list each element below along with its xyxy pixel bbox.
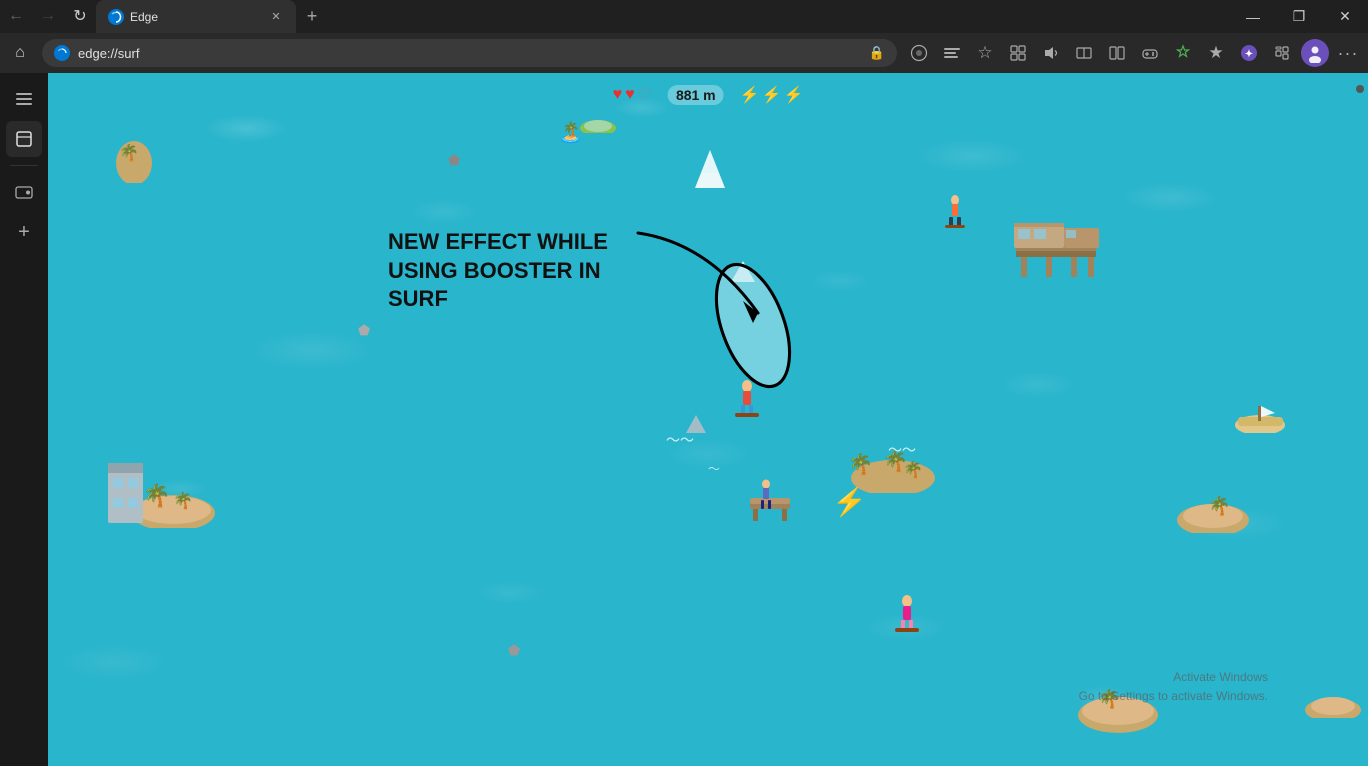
annotation-line1: NEW EFFECT WHILE xyxy=(388,228,608,257)
annotation-line3: SURF xyxy=(388,285,608,314)
extensions-button[interactable] xyxy=(1266,37,1298,69)
tab-close-button[interactable]: ✕ xyxy=(268,9,284,25)
immersive-reader-button[interactable] xyxy=(1068,37,1100,69)
close-button[interactable]: ✕ xyxy=(1322,0,1368,33)
favorites-star-button[interactable]: ★ xyxy=(1200,37,1232,69)
sidebar-tabs-button[interactable] xyxy=(6,121,42,157)
annotation-line2: USING BOOSTER IN xyxy=(388,257,608,286)
tab-favicon xyxy=(108,9,124,25)
game-area[interactable]: ♥ ♥ ♡ 881 m ⚡ ⚡ ⚡ NEW EFFECT WHILE USING… xyxy=(48,73,1368,766)
active-tab[interactable]: Edge ✕ xyxy=(96,0,296,33)
dock-structure xyxy=(1006,213,1106,293)
hud: ♥ ♥ ♡ 881 m ⚡ ⚡ ⚡ xyxy=(613,85,804,105)
svg-text:🌴: 🌴 xyxy=(903,460,923,479)
svg-text:✦: ✦ xyxy=(1245,49,1253,60)
bolt-1: ⚡ xyxy=(740,85,760,105)
rock-1 xyxy=(684,413,709,443)
split-screen-button[interactable] xyxy=(1101,37,1133,69)
toolbar-icons-right: ☆ ★ ✦ xyxy=(903,37,1364,69)
annotation-text: NEW EFFECT WHILE USING BOOSTER IN SURF xyxy=(388,228,608,314)
iceberg-1 xyxy=(693,148,728,198)
rock-scatter-2: ⬟ xyxy=(358,323,370,337)
edge-top-left: 🌴 xyxy=(114,123,154,188)
svg-text:🌴: 🌴 xyxy=(1098,688,1120,709)
hud-distance: 881 m xyxy=(668,85,724,105)
sidebar-divider xyxy=(10,165,38,166)
title-bar: ← → ↻ Edge ✕ + — ❐ ✕ xyxy=(0,0,1368,33)
surfer-top-right xyxy=(943,193,967,234)
sidebar-wallet-button[interactable] xyxy=(6,174,42,210)
boat-right xyxy=(1233,403,1288,438)
favorites-button[interactable]: ☆ xyxy=(969,37,1001,69)
surfer-secondary xyxy=(893,593,921,638)
svg-text:🌴: 🌴 xyxy=(119,143,139,162)
hud-hearts: ♥ ♥ ♡ xyxy=(613,85,652,105)
sidebar-menu-button[interactable] xyxy=(6,81,42,117)
copilot-button[interactable]: ✦ xyxy=(1233,37,1265,69)
heart-2: ♥ xyxy=(625,86,635,104)
island-top-far-right: 🌴 xyxy=(1173,468,1253,538)
address-text: edge://surf xyxy=(78,46,861,61)
tab-area: ← → ↻ Edge ✕ + xyxy=(0,0,1230,33)
character-mid xyxy=(755,478,777,515)
refresh-button[interactable]: ↻ xyxy=(64,0,96,32)
heart-3: ♡ xyxy=(638,85,652,105)
sidebar: + xyxy=(0,73,48,766)
collections-button[interactable] xyxy=(1002,37,1034,69)
profile-button[interactable] xyxy=(1301,39,1329,67)
window-controls: — ❐ ✕ xyxy=(1230,0,1368,33)
svg-text:🌴: 🌴 xyxy=(173,491,193,510)
lock-icon: 🔒 xyxy=(869,45,885,61)
hud-bolts: ⚡ ⚡ ⚡ xyxy=(740,85,804,105)
maximize-button[interactable]: ❐ xyxy=(1276,0,1322,33)
feedback-button[interactable] xyxy=(903,37,935,69)
island-far-right xyxy=(1303,678,1363,723)
settings-more-button[interactable]: ··· xyxy=(1332,37,1364,69)
home-button[interactable]: ⌂ xyxy=(4,37,36,69)
read-aloud-button[interactable] xyxy=(1035,37,1067,69)
browser-window: ← → ↻ Edge ✕ + — ❐ ✕ ⌂ xyxy=(0,0,1368,766)
browser-essentials-button[interactable] xyxy=(1167,37,1199,69)
address-bar[interactable]: edge://surf 🔒 xyxy=(42,39,897,67)
spray-3: 〜〜 xyxy=(888,443,916,457)
island-bottom-right: 🌴 xyxy=(1073,653,1163,733)
heart-1: ♥ xyxy=(613,86,623,104)
forward-button[interactable]: → xyxy=(32,0,64,32)
settings-dot[interactable] xyxy=(1356,85,1364,93)
toolbar: ⌂ edge://surf 🔒 ☆ xyxy=(0,33,1368,73)
tab-search-button[interactable] xyxy=(936,37,968,69)
new-tab-button[interactable]: + xyxy=(298,3,326,31)
game-controller-button[interactable] xyxy=(1134,37,1166,69)
back-button[interactable]: ← xyxy=(0,0,32,32)
rock-scatter-1: ⬟ xyxy=(448,153,460,167)
minimize-button[interactable]: — xyxy=(1230,0,1276,33)
structure-left xyxy=(103,448,148,533)
bolt-2: ⚡ xyxy=(762,85,782,105)
spray-2: 〜 xyxy=(708,463,720,475)
address-favicon xyxy=(54,45,70,61)
island-top-right xyxy=(578,108,618,138)
bolt-3: ⚡ xyxy=(783,85,803,105)
rock-scatter-3: ⬟ xyxy=(508,643,520,657)
tab-title: Edge xyxy=(130,10,262,24)
sidebar-add-button[interactable]: + xyxy=(6,214,42,250)
svg-text:🌴: 🌴 xyxy=(1208,495,1230,516)
browser-body: + ♥ ♥ ♡ 881 m ⚡ ⚡ ⚡ xyxy=(0,73,1368,766)
svg-text:🌴: 🌴 xyxy=(848,452,873,476)
